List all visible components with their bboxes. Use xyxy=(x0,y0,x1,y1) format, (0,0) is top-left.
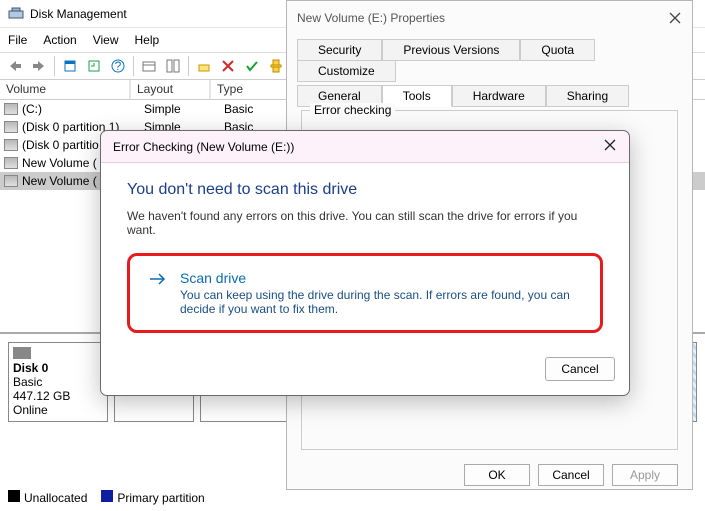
app-icon xyxy=(8,6,24,22)
error-checking-text: We haven't found any errors on this driv… xyxy=(127,209,603,237)
svg-text:?: ? xyxy=(115,59,122,73)
toolbar-icon[interactable] xyxy=(162,55,184,77)
error-checking-title: Error Checking (New Volume (E:)) xyxy=(113,140,294,154)
error-checking-heading: You don't need to scan this drive xyxy=(127,181,603,199)
toolbar-icon[interactable] xyxy=(59,55,81,77)
close-icon[interactable] xyxy=(603,138,617,155)
disk-name: Disk 0 xyxy=(13,361,103,375)
col-layout[interactable]: Layout xyxy=(130,80,210,99)
help-icon[interactable]: ? xyxy=(107,55,129,77)
window-title: Disk Management xyxy=(30,7,127,21)
tab-sharing[interactable]: Sharing xyxy=(546,85,629,107)
menu-help[interactable]: Help xyxy=(135,33,160,47)
cancel-button[interactable]: Cancel xyxy=(538,464,604,486)
forward-button[interactable] xyxy=(28,55,50,77)
tab-previous-versions[interactable]: Previous Versions xyxy=(382,39,520,61)
ok-button[interactable]: OK xyxy=(464,464,530,486)
properties-title: New Volume (E:) Properties xyxy=(297,11,445,25)
error-checking-title-bar[interactable]: Error Checking (New Volume (E:)) xyxy=(101,131,629,163)
menu-file[interactable]: File xyxy=(8,33,27,47)
disk-status: Online xyxy=(13,403,103,417)
scan-drive-option[interactable]: Scan drive You can keep using the drive … xyxy=(127,253,603,333)
group-error-checking: Error checking xyxy=(310,103,395,117)
refresh-icon[interactable] xyxy=(83,55,105,77)
legend: Unallocated Primary partition xyxy=(8,490,205,505)
toolbar-icon[interactable] xyxy=(138,55,160,77)
menu-action[interactable]: Action xyxy=(43,33,76,47)
disk-type: Basic xyxy=(13,375,103,389)
col-volume[interactable]: Volume xyxy=(0,80,130,99)
cancel-button[interactable]: Cancel xyxy=(545,357,615,381)
disk-icon xyxy=(13,347,31,359)
properties-title-bar[interactable]: New Volume (E:) Properties xyxy=(287,1,692,35)
tab-hardware[interactable]: Hardware xyxy=(452,85,546,107)
back-button[interactable] xyxy=(4,55,26,77)
apply-button: Apply xyxy=(612,464,678,486)
scan-drive-title: Scan drive xyxy=(180,270,582,286)
tab-security[interactable]: Security xyxy=(297,39,382,61)
arrow-right-icon xyxy=(148,270,168,316)
delete-icon[interactable] xyxy=(217,55,239,77)
menu-view[interactable]: View xyxy=(93,33,119,47)
check-icon[interactable] xyxy=(241,55,263,77)
disk-size: 447.12 GB xyxy=(13,389,103,403)
toolbar-icon[interactable] xyxy=(265,55,287,77)
error-checking-dialog: Error Checking (New Volume (E:)) You don… xyxy=(100,130,630,396)
scan-drive-text: You can keep using the drive during the … xyxy=(180,288,582,316)
disk-info[interactable]: Disk 0 Basic 447.12 GB Online xyxy=(8,342,108,422)
col-type[interactable]: Type xyxy=(210,80,290,99)
toolbar-icon[interactable] xyxy=(193,55,215,77)
tab-customize[interactable]: Customize xyxy=(297,60,396,82)
close-icon[interactable] xyxy=(668,11,682,25)
tab-quota[interactable]: Quota xyxy=(520,39,595,61)
